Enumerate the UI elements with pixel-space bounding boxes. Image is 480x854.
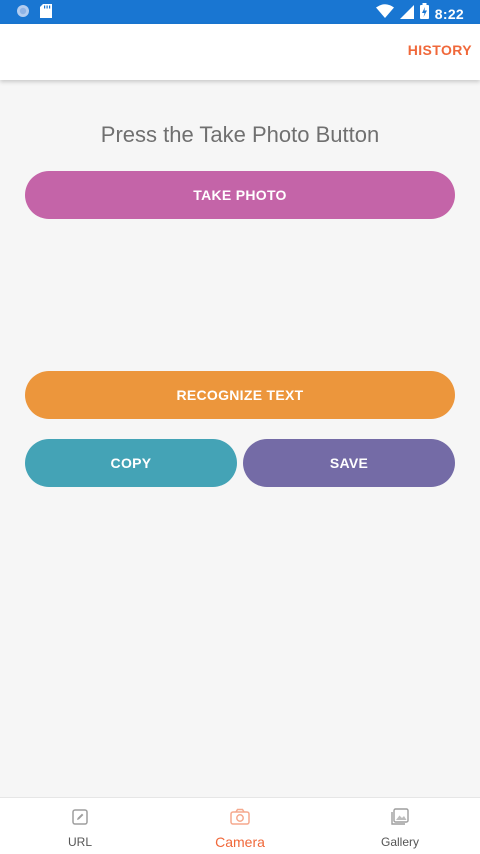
gallery-icon	[390, 808, 410, 831]
app-bar: HISTORY	[0, 24, 480, 80]
status-bar-left	[16, 4, 52, 23]
nav-label-camera: Camera	[215, 834, 265, 850]
status-bar-right: 8:22	[375, 3, 464, 24]
status-time: 8:22	[434, 5, 464, 22]
save-button[interactable]: SAVE	[243, 439, 455, 487]
circle-notification-icon	[16, 4, 30, 23]
nav-item-gallery[interactable]: Gallery	[320, 798, 480, 854]
bottom-nav: URL Camera Gallery	[0, 797, 480, 854]
prompt-text: Press the Take Photo Button	[100, 122, 380, 147]
history-button[interactable]: HISTORY	[408, 42, 472, 58]
copy-button[interactable]: COPY	[25, 439, 237, 487]
nav-label-gallery: Gallery	[380, 835, 419, 849]
signal-icon	[399, 4, 414, 24]
status-bar: 8:22	[0, 0, 480, 24]
recognize-text-button[interactable]: RECOGNIZE TEXT	[25, 371, 455, 419]
nav-label-url: URL	[67, 835, 92, 849]
take-photo-label: TAKE PHOTO	[193, 187, 287, 203]
copy-label: COPY	[110, 455, 152, 471]
battery-charging-icon	[419, 3, 429, 24]
save-label: SAVE	[329, 455, 369, 471]
nav-item-url[interactable]: URL	[0, 798, 160, 854]
nav-item-camera[interactable]: Camera	[160, 798, 320, 854]
take-photo-button[interactable]: TAKE PHOTO	[25, 171, 455, 219]
sd-card-icon	[40, 4, 52, 23]
wifi-icon	[375, 3, 394, 24]
screen: 8:22 HISTORY Press the Take Photo Button…	[0, 0, 480, 854]
edit-icon	[71, 808, 89, 831]
camera-icon	[230, 808, 250, 831]
recognize-text-label: RECOGNIZE TEXT	[176, 387, 304, 403]
